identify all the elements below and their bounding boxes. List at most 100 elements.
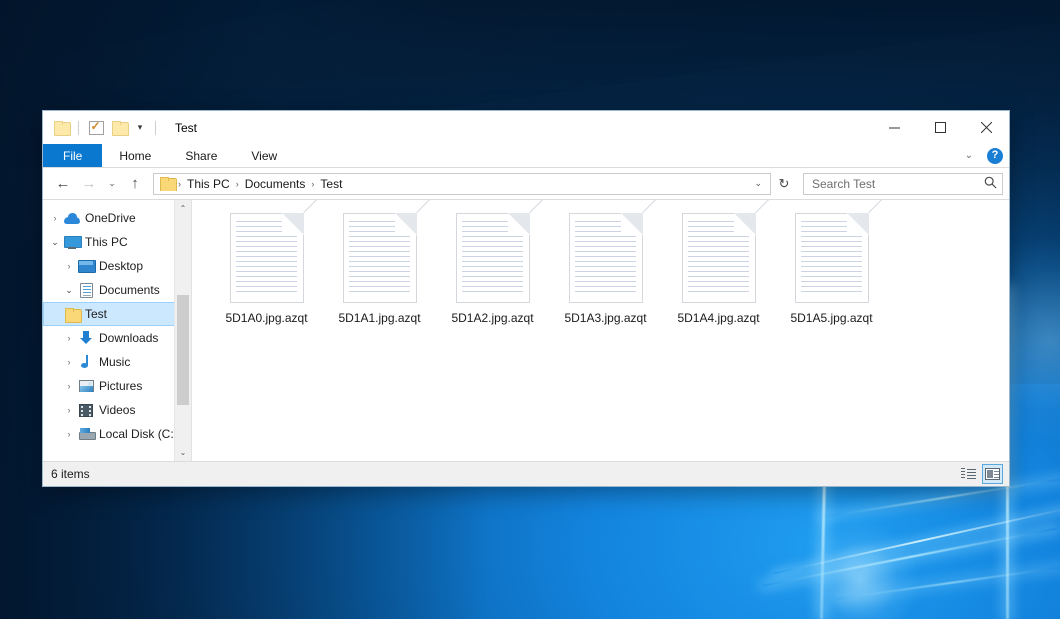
breadcrumb: › This PC › Documents › Test xyxy=(160,177,750,191)
recent-locations-chevron-down-icon[interactable]: ⌄ xyxy=(103,172,121,196)
expand-chevron-icon[interactable]: › xyxy=(61,333,77,343)
videos-icon xyxy=(77,404,95,417)
search-icon[interactable] xyxy=(984,176,997,192)
sidebar-item-label: OneDrive xyxy=(85,211,136,225)
sidebar-item-label: Local Disk (C:) xyxy=(99,427,178,441)
document-icon xyxy=(77,283,95,298)
sidebar-item-label: Pictures xyxy=(99,379,142,393)
large-icons-view-button[interactable] xyxy=(982,464,1003,484)
sidebar-item-documents[interactable]: ⌄ Documents xyxy=(43,278,191,302)
file-name-label: 5D1A5.jpg.azqt xyxy=(790,311,872,325)
help-icon[interactable]: ? xyxy=(987,148,1003,164)
sidebar-item-test[interactable]: Test xyxy=(43,302,191,326)
toolbar-divider xyxy=(78,121,79,135)
title-bar[interactable]: ▾ Test xyxy=(43,111,1009,144)
file-item[interactable]: 5D1A3.jpg.azqt xyxy=(549,209,662,327)
file-explorer-window: ▾ Test File Home Share View xyxy=(42,110,1010,487)
scrollbar-thumb[interactable] xyxy=(177,295,189,405)
sidebar-item-label: Videos xyxy=(99,403,135,417)
generic-document-icon xyxy=(795,213,869,303)
generic-document-icon xyxy=(569,213,643,303)
tab-file[interactable]: File xyxy=(43,144,102,167)
collapse-chevron-icon[interactable]: ⌄ xyxy=(61,285,77,296)
large-icons-view-icon xyxy=(985,468,1000,480)
folder-icon xyxy=(63,308,81,321)
expand-ribbon-chevron-down-icon[interactable]: ⌄ xyxy=(961,150,977,161)
generic-document-icon xyxy=(230,213,304,303)
sidebar-item-label: This PC xyxy=(85,235,128,249)
collapse-chevron-icon[interactable]: ⌄ xyxy=(47,237,63,248)
address-dropdown-chevron-down-icon[interactable]: ⌄ xyxy=(750,178,766,189)
folder-icon[interactable] xyxy=(52,119,70,137)
ribbon-tab-bar: File Home Share View ⌄ ? xyxy=(43,144,1009,168)
breadcrumb-folder-icon[interactable] xyxy=(160,177,175,190)
up-button[interactable]: ↑ xyxy=(123,172,147,196)
quick-access-toolbar: ▾ Test xyxy=(43,111,197,144)
desktop-background: ▾ Test File Home Share View xyxy=(0,0,1060,619)
breadcrumb-separator: › xyxy=(233,179,242,189)
sidebar-item-this-pc[interactable]: ⌄ This PC xyxy=(43,230,191,254)
minimize-button[interactable] xyxy=(871,111,917,144)
navigation-pane: › OneDrive ⌄ This PC › Desktop xyxy=(43,200,192,461)
generic-document-icon xyxy=(456,213,530,303)
tab-share[interactable]: Share xyxy=(168,144,234,167)
sidebar-item-videos[interactable]: › Videos xyxy=(43,398,191,422)
file-name-label: 5D1A0.jpg.azqt xyxy=(225,311,307,325)
expand-chevron-icon[interactable]: › xyxy=(61,261,77,271)
search-box[interactable] xyxy=(803,173,1003,195)
search-input[interactable] xyxy=(812,177,984,191)
address-bar-row: ← → ⌄ ↑ › This PC › Documents › Test ⌄ ↻ xyxy=(43,168,1009,199)
new-folder-icon[interactable] xyxy=(110,119,128,137)
breadcrumb-separator: › xyxy=(308,179,317,189)
expand-chevron-icon[interactable]: › xyxy=(61,405,77,415)
refresh-button[interactable]: ↻ xyxy=(773,173,795,195)
sidebar-item-pictures[interactable]: › Pictures xyxy=(43,374,191,398)
file-name-label: 5D1A2.jpg.azqt xyxy=(451,311,533,325)
tab-view[interactable]: View xyxy=(234,144,294,167)
file-item[interactable]: 5D1A2.jpg.azqt xyxy=(436,209,549,327)
file-list-view[interactable]: 5D1A0.jpg.azqt 5D1A1.jpg.azqt 5D1A2.jpg.… xyxy=(192,200,1009,461)
close-button[interactable] xyxy=(963,111,1009,144)
file-item[interactable]: 5D1A5.jpg.azqt xyxy=(775,209,888,327)
sidebar-item-label: Music xyxy=(99,355,130,369)
navigation-tree: › OneDrive ⌄ This PC › Desktop xyxy=(43,200,191,446)
toolbar-divider xyxy=(155,121,156,135)
properties-checkbox-icon[interactable] xyxy=(87,119,105,137)
scroll-down-arrow-icon[interactable]: ⌄ xyxy=(175,444,191,461)
file-item[interactable]: 5D1A0.jpg.azqt xyxy=(210,209,323,327)
generic-document-icon xyxy=(343,213,417,303)
file-name-label: 5D1A1.jpg.azqt xyxy=(338,311,420,325)
back-button[interactable]: ← xyxy=(51,172,75,196)
sidebar-item-music[interactable]: › Music xyxy=(43,350,191,374)
sidebar-item-local-disk-c[interactable]: › Local Disk (C:) xyxy=(43,422,191,446)
tab-home[interactable]: Home xyxy=(102,144,168,167)
navigation-pane-scrollbar[interactable]: ⌃ ⌄ xyxy=(174,200,191,461)
breadcrumb-test[interactable]: Test xyxy=(317,177,345,191)
sidebar-item-label: Test xyxy=(85,307,107,321)
window-title: Test xyxy=(175,121,197,135)
sidebar-item-downloads[interactable]: › Downloads xyxy=(43,326,191,350)
music-icon xyxy=(77,355,95,369)
breadcrumb-this-pc[interactable]: This PC xyxy=(184,177,233,191)
scroll-up-arrow-icon[interactable]: ⌃ xyxy=(175,200,191,217)
maximize-button[interactable] xyxy=(917,111,963,144)
pictures-icon xyxy=(77,380,95,392)
file-item[interactable]: 5D1A1.jpg.azqt xyxy=(323,209,436,327)
breadcrumb-documents[interactable]: Documents xyxy=(242,177,309,191)
file-item[interactable]: 5D1A4.jpg.azqt xyxy=(662,209,775,327)
ribbon-right-controls: ⌄ ? xyxy=(961,144,1003,167)
expand-chevron-icon[interactable]: › xyxy=(61,357,77,367)
customize-quick-access-chevron-icon[interactable]: ▾ xyxy=(133,119,147,137)
details-view-button[interactable] xyxy=(958,464,979,484)
forward-button: → xyxy=(77,172,101,196)
address-field[interactable]: › This PC › Documents › Test ⌄ xyxy=(153,173,771,195)
window-body: › OneDrive ⌄ This PC › Desktop xyxy=(43,199,1009,461)
item-count-label: 6 items xyxy=(51,467,90,481)
sidebar-item-onedrive[interactable]: › OneDrive xyxy=(43,206,191,230)
expand-chevron-icon[interactable]: › xyxy=(61,381,77,391)
sidebar-item-desktop[interactable]: › Desktop xyxy=(43,254,191,278)
file-name-label: 5D1A4.jpg.azqt xyxy=(677,311,759,325)
file-name-label: 5D1A3.jpg.azqt xyxy=(564,311,646,325)
expand-chevron-icon[interactable]: › xyxy=(61,429,77,439)
expand-chevron-icon[interactable]: › xyxy=(47,213,63,223)
